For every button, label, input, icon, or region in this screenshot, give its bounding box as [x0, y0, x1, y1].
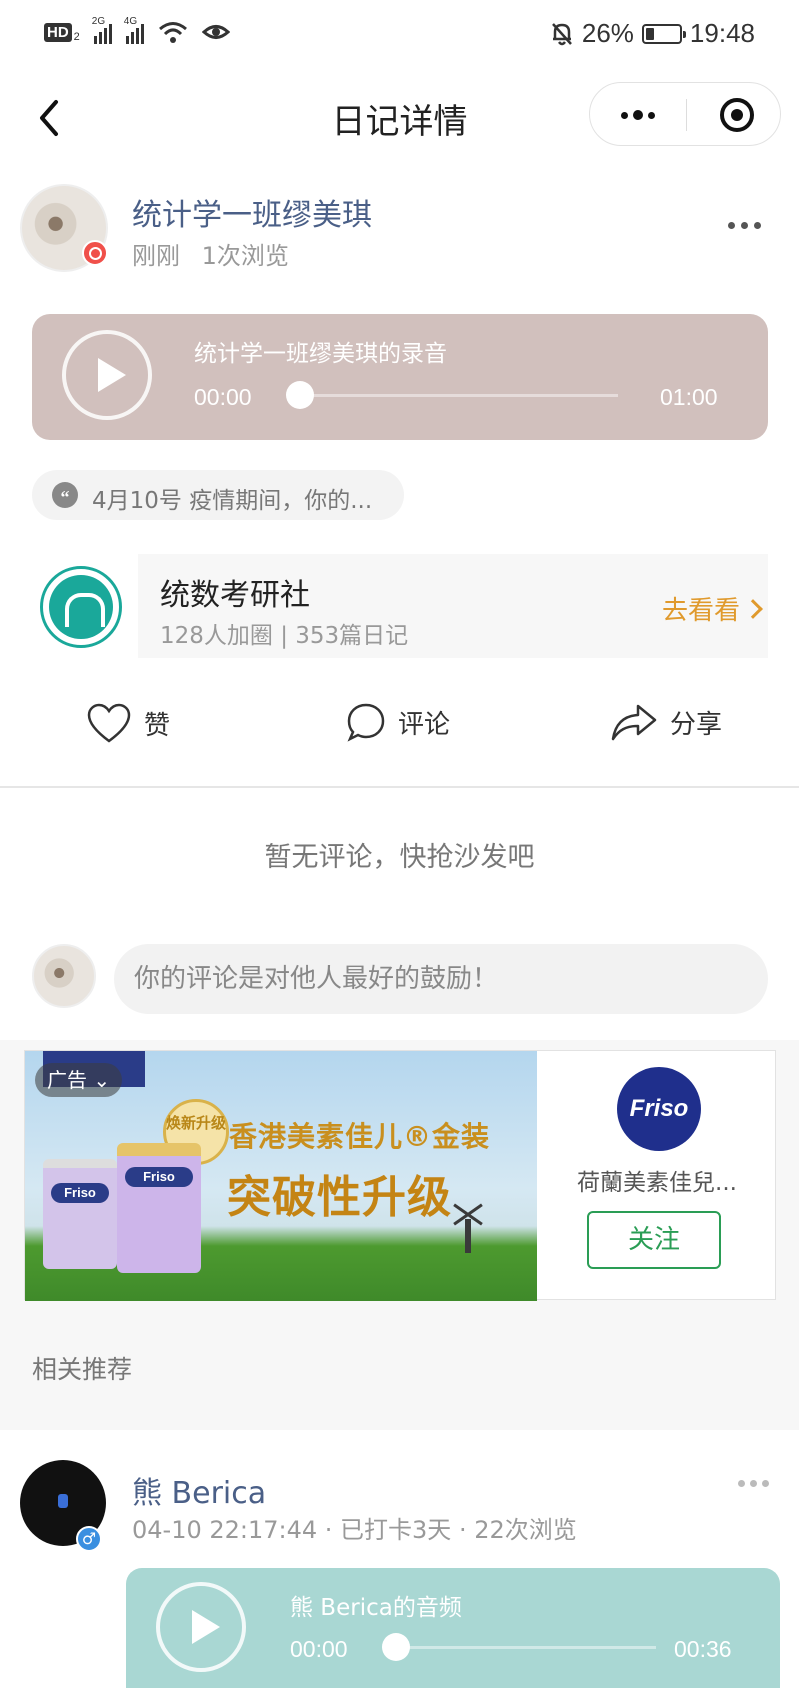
audio-current-time: 00:00: [290, 1636, 348, 1662]
eye-icon: [201, 25, 230, 39]
hd-badge: HD: [44, 22, 72, 42]
male-icon: ♂: [76, 1526, 102, 1552]
author-name[interactable]: 统计学一班缪美琪: [132, 190, 372, 234]
ad-section: 广告 ⌄ 焕新升级 香港美素佳儿®金装 突破性升级 Friso Friso Fr…: [0, 1040, 799, 1430]
audio-progress-knob[interactable]: [382, 1633, 410, 1661]
circle-card[interactable]: 统数考研社 128人加圈 | 353篇日记 去看看: [32, 554, 768, 658]
share-label: 分享: [670, 709, 723, 740]
post-views: 1次浏览: [201, 242, 289, 270]
signal-icon: 4G: [124, 16, 144, 44]
search-badge-icon: [82, 240, 108, 266]
audio-title: 熊 Berica的音频: [290, 1595, 462, 1621]
audio-current-time: 00:00: [194, 384, 252, 410]
target-close-icon[interactable]: [720, 98, 754, 132]
circle-go-link[interactable]: 去看看: [661, 590, 763, 627]
advertiser-name[interactable]: 荷蘭美素佳兒...: [537, 1163, 777, 1197]
ad-tag-label: 广告: [47, 1068, 87, 1092]
audio-title: 统计学一班缪美琪的录音: [194, 341, 447, 367]
audio-player: 熊 Berica的音频 00:00 00:36: [126, 1568, 780, 1688]
chevron-right-icon: [743, 598, 763, 619]
comment-button[interactable]: 评论: [346, 702, 450, 742]
post-actions: 赞 评论 分享: [0, 688, 799, 758]
ad-banner-image[interactable]: 广告 ⌄ 焕新升级 香港美素佳儿®金装 突破性升级 Friso Friso: [25, 1051, 537, 1301]
status-bar-right: 26% 19:48: [550, 18, 755, 49]
comment-label: 评论: [398, 709, 451, 740]
post-more-icon[interactable]: [728, 222, 761, 229]
battery-percent: 26%: [581, 18, 634, 48]
list-item[interactable]: ♂ 熊 Berica 04-10 22:17:44 · 已打卡3天 · 22次浏…: [0, 1430, 799, 1688]
circle-name: 统数考研社: [160, 578, 310, 613]
ad-headline-2: 突破性升级: [227, 1172, 452, 1223]
empty-comments-text: 暂无评论，快抢沙发吧: [264, 842, 535, 873]
signal-label-4g: 4G: [123, 16, 138, 27]
signal-label-2g: 2G: [91, 16, 106, 27]
comment-icon: [347, 703, 385, 742]
battery-icon: [641, 23, 686, 44]
share-icon: [611, 704, 657, 741]
topic-chip[interactable]: “ 4月10号 疫情期间，你的...: [32, 470, 404, 520]
bell-off-icon: [551, 22, 572, 45]
can-label: Friso: [125, 1167, 193, 1187]
more-dots-icon[interactable]: [590, 83, 686, 147]
play-icon[interactable]: [62, 330, 152, 420]
hd-sub: 2: [73, 31, 80, 43]
topic-text: 4月10号 疫情期间，你的...: [92, 488, 373, 514]
nav-bar: 日记详情: [0, 70, 799, 166]
divider: [0, 786, 799, 788]
product-can-image: Friso: [43, 1159, 117, 1269]
post-meta: 04-10 22:17:44 · 已打卡3天 · 22次浏览: [132, 1516, 577, 1544]
circle-stats: 128人加圈 | 353篇日记: [160, 623, 409, 649]
audio-player: 统计学一班缪美琪的录音 00:00 01:00: [32, 314, 768, 440]
signal-icon: 2G: [92, 16, 112, 44]
ad-tag[interactable]: 广告 ⌄: [35, 1063, 123, 1097]
ad-card[interactable]: 广告 ⌄ 焕新升级 香港美素佳儿®金装 突破性升级 Friso Friso Fr…: [24, 1050, 777, 1301]
clock: 19:48: [689, 18, 755, 48]
like-button[interactable]: 赞: [86, 702, 170, 744]
author-name[interactable]: 熊 Berica: [132, 1468, 266, 1512]
advertiser-logo[interactable]: Friso: [617, 1067, 701, 1151]
circle-logo: [40, 566, 122, 648]
status-bar-left: HD 2 2G 4G: [44, 16, 230, 44]
post-time: 刚刚: [132, 242, 180, 270]
chevron-down-icon: ⌄: [93, 1068, 111, 1092]
circle-go-label: 去看看: [661, 596, 740, 626]
share-button[interactable]: 分享: [610, 702, 722, 742]
ad-advertiser: Friso 荷蘭美素佳兒... 关注: [537, 1051, 777, 1301]
can-label: Friso: [51, 1183, 109, 1203]
circle-info: 统数考研社 128人加圈 | 353篇日记 去看看: [138, 554, 768, 658]
heart-icon: [87, 703, 131, 743]
my-avatar: [32, 944, 96, 1008]
audio-total-time: 00:36: [674, 1636, 732, 1662]
post-meta: 刚刚 1次浏览: [132, 236, 303, 271]
audio-progress-track[interactable]: [298, 394, 618, 397]
post-header: 统计学一班缪美琪 刚刚 1次浏览: [0, 180, 799, 280]
audio-progress-knob[interactable]: [286, 381, 314, 409]
post-more-icon[interactable]: [738, 1480, 769, 1487]
status-bar: HD 2 2G 4G 26% 19:48: [0, 0, 799, 70]
capsule-divider: [686, 99, 687, 131]
mini-program-capsule: [589, 82, 781, 146]
comment-input[interactable]: 你的评论是对他人最好的鼓励！: [114, 944, 768, 1014]
audio-progress-track[interactable]: [396, 1646, 656, 1649]
quote-icon: “: [52, 482, 78, 508]
play-icon[interactable]: [156, 1582, 246, 1672]
ad-headline-1: 香港美素佳儿®金装: [229, 1120, 491, 1153]
related-section-title: 相关推荐: [32, 1355, 133, 1384]
follow-button[interactable]: 关注: [587, 1211, 721, 1269]
wifi-icon: [158, 22, 187, 43]
windmill-image: [465, 1219, 471, 1253]
like-label: 赞: [144, 710, 171, 741]
product-can-image: Friso: [117, 1143, 201, 1273]
audio-total-time: 01:00: [660, 384, 718, 410]
